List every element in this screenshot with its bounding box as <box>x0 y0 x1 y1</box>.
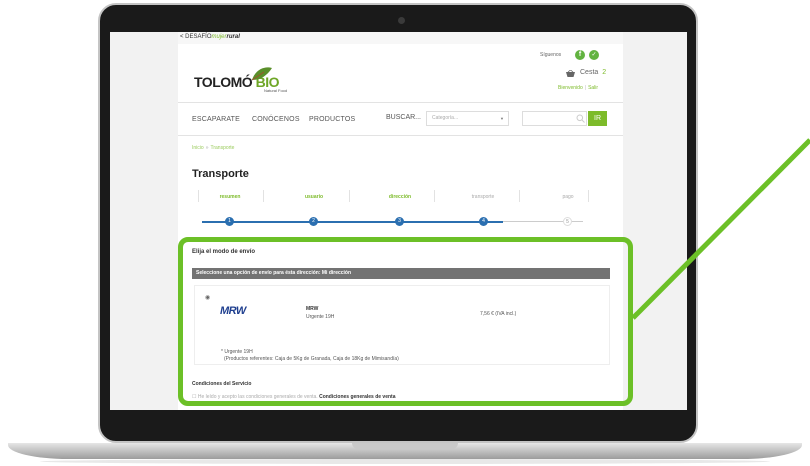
pointer-line <box>631 138 810 320</box>
